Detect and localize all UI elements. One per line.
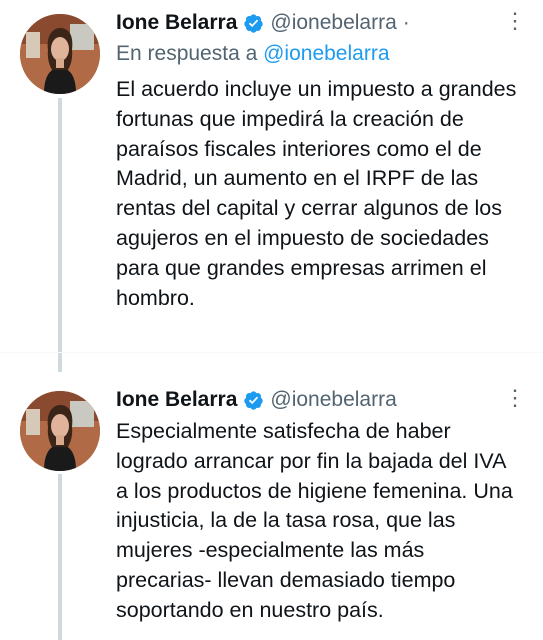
- verified-badge-icon: [244, 390, 264, 410]
- tweet-body: Ione Belarra @ionebelarra · ⋮ En respues…: [116, 10, 526, 313]
- more-options-icon[interactable]: ⋮: [503, 10, 527, 36]
- author-handle[interactable]: @ionebelarra: [270, 11, 396, 35]
- tweet-text: Especialmente satisfecha de haber lograd…: [116, 419, 513, 622]
- thread-line: [58, 98, 62, 372]
- tweet-header: Ione Belarra @ionebelarra · ⋮: [116, 10, 526, 36]
- author-name[interactable]: Ione Belarra: [116, 388, 237, 412]
- divider: [0, 352, 543, 353]
- author-name[interactable]: Ione Belarra: [116, 11, 237, 35]
- more-options-icon[interactable]: ⋮: [503, 387, 527, 413]
- thread-line: [58, 474, 62, 640]
- avatar-photo: [20, 14, 100, 94]
- reply-prefix: En respuesta a: [116, 42, 258, 65]
- avatar[interactable]: [20, 14, 100, 94]
- reply-to-link[interactable]: @ionebelarra: [263, 42, 389, 65]
- tweet-text: El acuerdo incluye un impuesto a grandes…: [116, 77, 517, 310]
- avatar[interactable]: [20, 391, 100, 471]
- separator-dot: ·: [402, 11, 410, 34]
- verified-badge-icon: [244, 13, 264, 33]
- reply-context: En respuesta a @ionebelarra: [116, 41, 519, 67]
- author-handle[interactable]: @ionebelarra: [270, 388, 396, 412]
- tweet-header: Ione Belarra @ionebelarra ⋮: [116, 387, 526, 413]
- avatar-photo: [20, 391, 100, 471]
- tweet-body: Ione Belarra @ionebelarra ⋮ Especialment…: [116, 387, 526, 626]
